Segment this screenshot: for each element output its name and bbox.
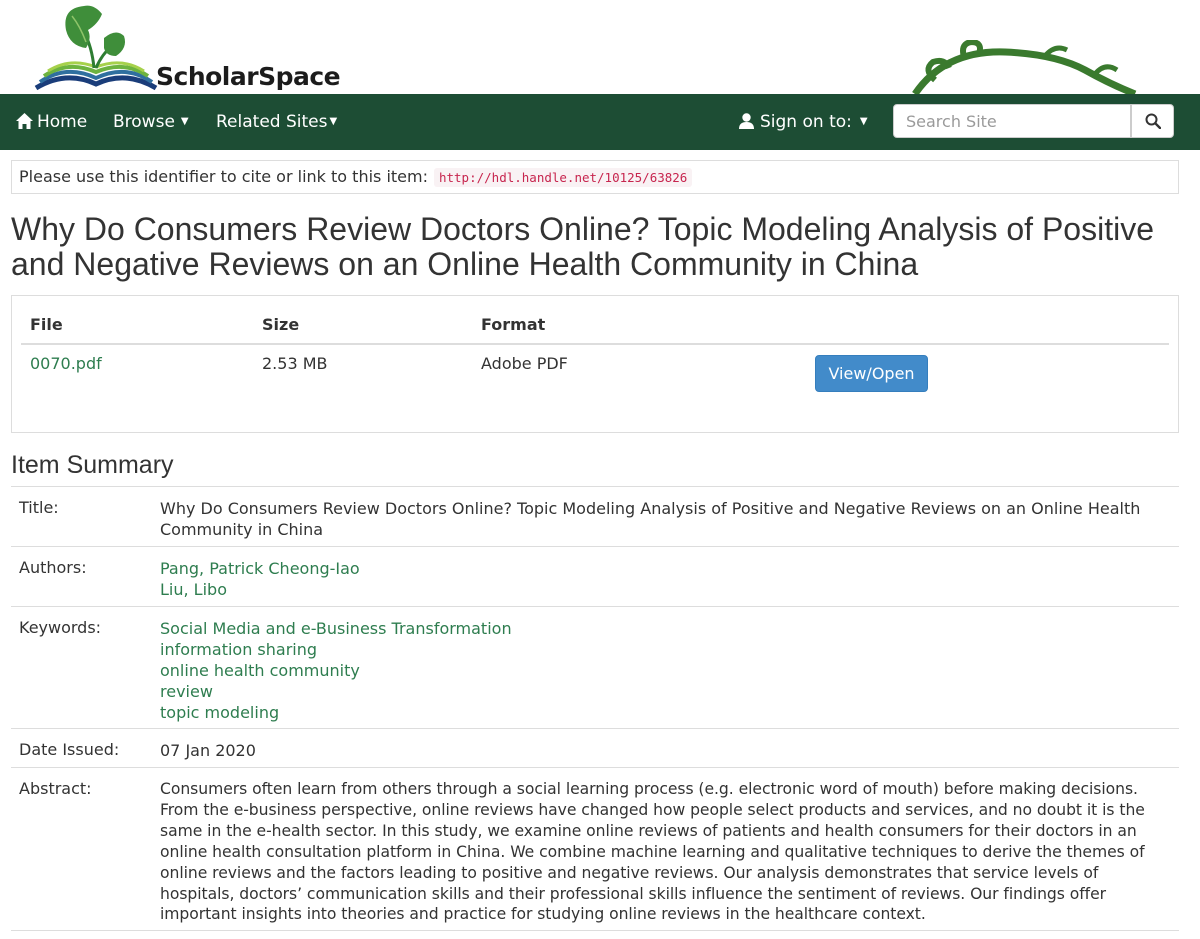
files-header-divider xyxy=(21,343,1169,345)
file-row: 0070.pdf xyxy=(30,354,102,373)
user-icon xyxy=(739,113,754,129)
meta-label: Abstract: xyxy=(19,779,92,798)
file-format: Adobe PDF xyxy=(481,354,568,373)
page-title: Why Do Consumers Review Doctors Online? … xyxy=(11,211,1154,282)
home-icon xyxy=(16,113,33,129)
caret-down-icon: ▼ xyxy=(180,116,189,127)
meta-label: Authors: xyxy=(19,558,87,577)
meta-row-keywords: Keywords: Social Media and e-Business Tr… xyxy=(11,606,1179,728)
files-header-format: Format xyxy=(481,315,546,334)
search-icon xyxy=(1145,113,1161,129)
meta-abstract-value: Consumers often learn from others throug… xyxy=(160,780,1145,924)
meta-label: Keywords: xyxy=(19,618,102,637)
keyword-link[interactable]: online health community xyxy=(160,660,1170,681)
meta-row-title: Title: Why Do Consumers Review Doctors O… xyxy=(11,486,1179,546)
file-size: 2.53 MB xyxy=(262,354,328,373)
meta-row-date: Date Issued: 07 Jan 2020 xyxy=(11,728,1179,767)
nav-browse-label: Browse xyxy=(113,112,175,132)
site-logo[interactable]: ScholarSpace xyxy=(32,2,341,94)
item-summary-table: Title: Why Do Consumers Review Doctors O… xyxy=(11,486,1179,931)
meta-authors-value: Pang, Patrick Cheong-Iao Liu, Libo xyxy=(160,547,1170,600)
item-summary-heading: Item Summary xyxy=(11,451,174,479)
author-link[interactable]: Pang, Patrick Cheong-Iao xyxy=(160,558,1170,579)
keyword-link[interactable]: Social Media and e-Business Transformati… xyxy=(160,618,1170,639)
nav-home[interactable]: Home xyxy=(16,94,87,150)
keyword-link[interactable]: review xyxy=(160,681,1170,702)
taro-leaf-book-icon xyxy=(34,5,158,91)
nav-sign-on[interactable]: Sign on to: ▼ xyxy=(739,94,868,150)
files-header-file: File xyxy=(30,315,63,334)
meta-label: Title: xyxy=(19,498,59,517)
caret-down-icon: ▼ xyxy=(329,116,338,127)
caret-down-icon: ▼ xyxy=(859,116,868,127)
nav-sign-on-label: Sign on to: xyxy=(760,112,852,132)
file-link[interactable]: 0070.pdf xyxy=(30,354,102,373)
meta-title-value: Why Do Consumers Review Doctors Online? … xyxy=(160,499,1141,539)
author-link[interactable]: Liu, Libo xyxy=(160,579,1170,600)
keyword-link[interactable]: information sharing xyxy=(160,639,1170,660)
files-header-size: Size xyxy=(262,315,300,334)
search-button[interactable] xyxy=(1131,104,1174,138)
nav-related-label: Related Sites xyxy=(216,112,328,132)
keyword-link[interactable]: topic modeling xyxy=(160,702,1170,723)
nav-home-label: Home xyxy=(37,112,88,132)
nav-browse[interactable]: Browse ▼ xyxy=(113,94,189,150)
files-panel: File Size Format 0070.pdf 2.53 MB Adobe … xyxy=(11,295,1179,433)
meta-keywords-value: Social Media and e-Business Transformati… xyxy=(160,607,1170,723)
meta-row-authors: Authors: Pang, Patrick Cheong-Iao Liu, L… xyxy=(11,546,1179,606)
search-input[interactable] xyxy=(893,104,1131,138)
citation-label: Please use this identifier to cite or li… xyxy=(19,167,428,186)
citation-identifier: Please use this identifier to cite or li… xyxy=(11,160,1179,194)
view-open-button[interactable]: View/Open xyxy=(815,355,928,392)
meta-label: Date Issued: xyxy=(19,740,120,759)
nav-related-sites[interactable]: Related Sites ▼ xyxy=(216,94,337,150)
logo-text: ScholarSpace xyxy=(156,62,341,91)
meta-row-abstract: Abstract: Consumers often learn from oth… xyxy=(11,767,1179,931)
handle-url[interactable]: http://hdl.handle.net/10125/63826 xyxy=(433,168,693,187)
fern-vine-icon xyxy=(912,40,1137,94)
site-header: ScholarSpace xyxy=(0,0,1200,94)
meta-date-value: 07 Jan 2020 xyxy=(160,741,256,760)
